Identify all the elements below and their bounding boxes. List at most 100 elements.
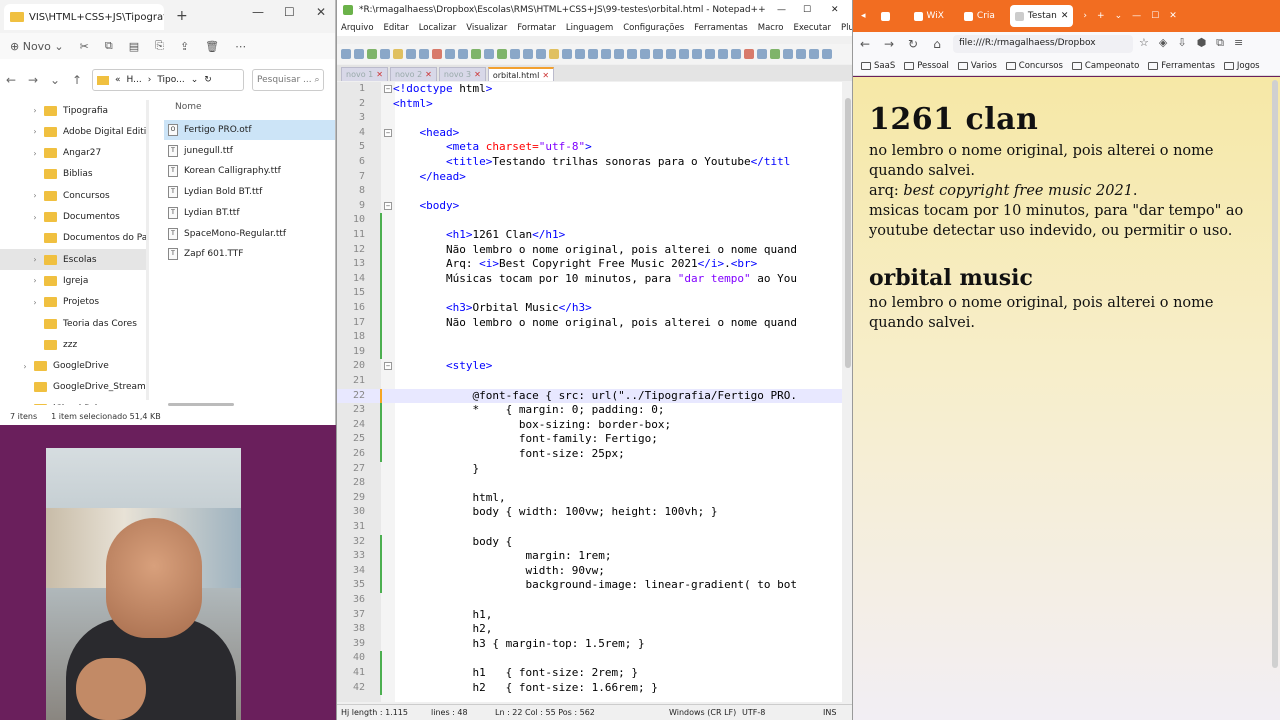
code-line[interactable]: 5 <meta charset="utf-8">	[337, 140, 842, 155]
pocket-icon[interactable]: ◈	[1159, 36, 1167, 50]
forward-arrow-icon[interactable]: →	[877, 37, 901, 51]
toolbar-button-icon[interactable]	[367, 49, 377, 59]
extension-icon[interactable]: ⬢	[1197, 36, 1207, 50]
cut-icon[interactable]: ✂	[80, 40, 89, 53]
bookmark-star-icon[interactable]: ☆	[1139, 36, 1149, 50]
toolbar-button-icon[interactable]	[445, 49, 455, 59]
toolbar-button-icon[interactable]	[354, 49, 364, 59]
back-arrow-icon[interactable]: ←	[853, 37, 877, 51]
bookmark-folder[interactable]: Concursos	[1005, 61, 1063, 71]
toolbar-button-icon[interactable]	[692, 49, 702, 59]
copy-icon[interactable]: ⧉	[105, 39, 113, 53]
toolbar-button-icon[interactable]	[640, 49, 650, 59]
code-line[interactable]: 4 − <head>	[337, 126, 842, 141]
chevron-right-icon[interactable]: ›	[20, 362, 30, 371]
menu-item[interactable]: Plugins	[841, 23, 852, 33]
chevron-right-icon[interactable]: ›	[30, 255, 40, 264]
fold-toggle-icon[interactable]: −	[384, 362, 392, 371]
toolbar-button-icon[interactable]	[796, 49, 806, 59]
toolbar-button-icon[interactable]	[653, 49, 663, 59]
menu-item[interactable]: Linguagem	[566, 23, 613, 33]
toolbar-button-icon[interactable]	[757, 49, 767, 59]
code-line[interactable]: 37 h1,	[337, 608, 842, 623]
code-line[interactable]: 31	[337, 520, 842, 535]
code-line[interactable]: 10	[337, 213, 842, 228]
menu-icon[interactable]: ≡	[1234, 36, 1243, 50]
code-line[interactable]: 28	[337, 476, 842, 491]
close-tab-icon[interactable]: ✕	[425, 70, 432, 79]
code-line[interactable]: 17 Não lembro o nome original, pois alte…	[337, 316, 842, 331]
toolbar-button-icon[interactable]	[458, 49, 468, 59]
maximize-button[interactable]: ☐	[284, 5, 295, 19]
column-header-name[interactable]: Nome	[175, 102, 202, 112]
delete-icon[interactable]: 🗑	[205, 40, 219, 53]
menu-item[interactable]: Executar	[793, 23, 830, 33]
toolbar-button-icon[interactable]	[380, 49, 390, 59]
menu-item[interactable]: Configurações	[623, 23, 684, 33]
toolbar-button-icon[interactable]	[809, 49, 819, 59]
toolbar-button-icon[interactable]	[731, 49, 741, 59]
toolbar-button-icon[interactable]	[627, 49, 637, 59]
toolbar-button-icon[interactable]	[575, 49, 585, 59]
bookmark-folder[interactable]: Jogos	[1223, 61, 1260, 71]
chevron-right-icon[interactable]: ›	[30, 276, 40, 285]
tree-item[interactable]: Documentos do Paper	[0, 228, 146, 249]
code-line[interactable]: 29 html,	[337, 491, 842, 506]
chevron-right-icon[interactable]: ›	[30, 149, 40, 158]
close-window-button[interactable]: ✕	[316, 5, 326, 19]
code-line[interactable]: 41 h1 { font-size: 2rem; }	[337, 666, 842, 681]
toolbar-button-icon[interactable]	[497, 49, 507, 59]
code-line[interactable]: 42 h2 { font-size: 1.66rem; }	[337, 681, 842, 696]
path-segment[interactable]: H...	[127, 75, 142, 85]
chevron-right-icon[interactable]: ›	[30, 298, 40, 307]
fold-toggle-icon[interactable]: −	[384, 201, 392, 210]
code-line[interactable]: 34 width: 90vw;	[337, 564, 842, 579]
code-line[interactable]: 24 box-sizing: border-box;	[337, 418, 842, 433]
code-line[interactable]: 22 @font-face { src: url("../Tipografia/…	[337, 388, 842, 404]
code-line[interactable]: 3	[337, 111, 842, 126]
tree-item[interactable]: › GoogleDrive	[0, 356, 146, 377]
fold-toggle-icon[interactable]: −	[384, 85, 392, 93]
chevron-right-icon[interactable]: ›	[30, 127, 40, 136]
close-tab-icon[interactable]: ✕	[376, 70, 383, 79]
menu-item[interactable]: Localizar	[419, 23, 457, 33]
chevron-right-icon[interactable]: ›	[30, 213, 40, 222]
tree-item[interactable]: › Documentos	[0, 207, 146, 228]
close-tab-icon[interactable]: ✕	[1061, 11, 1069, 21]
file-item[interactable]: T Lydian BT.ttf	[164, 203, 335, 223]
more-icon[interactable]: ⋯	[235, 40, 246, 53]
minimize-button[interactable]: —	[1132, 11, 1141, 21]
code-line[interactable]: 11 <h1>1261 Clan</h1>	[337, 228, 842, 243]
tree-item[interactable]: › Angar27	[0, 143, 146, 164]
puzzle-icon[interactable]: ⧉	[1216, 36, 1224, 50]
close-tab-icon[interactable]: ✕	[474, 70, 481, 79]
code-line[interactable]: 27 }	[337, 462, 842, 477]
pane-divider[interactable]	[146, 100, 149, 400]
file-item[interactable]: T Zapf 601.TTF	[164, 244, 335, 264]
tab-scroll-left-icon[interactable]: ◂	[861, 11, 866, 21]
code-line[interactable]: 33 margin: 1rem;	[337, 549, 842, 564]
code-line[interactable]: 36	[337, 593, 842, 608]
toolbar-button-icon[interactable]	[341, 49, 351, 59]
browser-tab[interactable]: WiX	[909, 5, 949, 27]
toolbar-button-icon[interactable]	[822, 49, 832, 59]
tree-item[interactable]: Biblias	[0, 164, 146, 185]
code-line[interactable]: 19	[337, 345, 842, 360]
search-input[interactable]: Pesquisar ... ⌕	[252, 69, 324, 91]
code-line[interactable]: 1 − <!doctype html>	[337, 82, 842, 97]
menu-item[interactable]: Editar	[384, 23, 409, 33]
address-bar[interactable]: « H... › Tipo... ⌄ ↻	[92, 69, 244, 91]
code-line[interactable]: 32 body {	[337, 535, 842, 550]
code-line[interactable]: 7 </head>	[337, 170, 842, 185]
code-line[interactable]: 38 h2,	[337, 622, 842, 637]
tree-item[interactable]: › iCloud Drive	[0, 398, 146, 405]
share-icon[interactable]: ⇪	[180, 40, 189, 53]
close-tab-icon[interactable]: ✕	[542, 71, 549, 80]
toolbar-button-icon[interactable]	[744, 49, 754, 59]
tree-item[interactable]: › Tipografia	[0, 100, 146, 121]
code-line[interactable]: 35 background-image: linear-gradient( to…	[337, 578, 842, 593]
new-tab-button[interactable]: +	[176, 8, 188, 24]
toolbar-button-icon[interactable]	[432, 49, 442, 59]
tree-item[interactable]: GoogleDrive_Stream	[0, 377, 146, 398]
maximize-button[interactable]: ☐	[803, 5, 811, 15]
